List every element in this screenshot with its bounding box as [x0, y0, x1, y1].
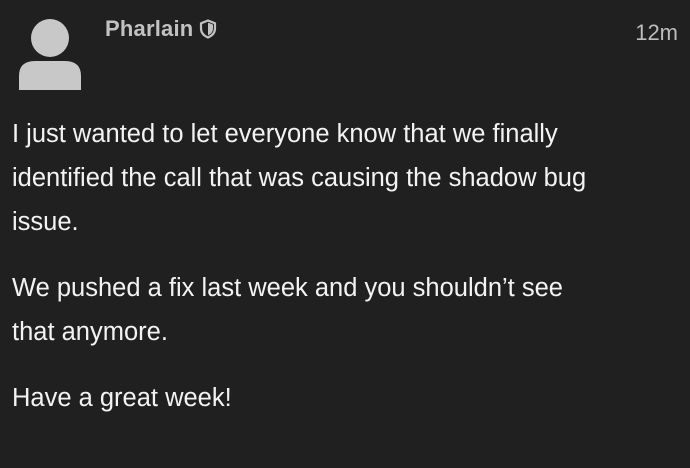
post-timestamp: 12m [635, 20, 678, 45]
post-line: identified the call that was causing the… [12, 164, 587, 192]
post-line: I just wanted to let everyone know that … [12, 120, 558, 148]
post-line: Have a great week! [12, 384, 232, 412]
post-body: I just wanted to let everyone know that … [12, 112, 672, 442]
post-paragraph: I just wanted to let everyone know that … [12, 112, 672, 244]
post-line: that anymore. [12, 318, 168, 346]
author-row: Pharlain [105, 16, 217, 42]
post-paragraph: Have a great week! [12, 376, 672, 420]
default-avatar-icon[interactable] [17, 18, 83, 90]
post-paragraph: We pushed a fix last week and you should… [12, 266, 672, 354]
post-line: issue. [12, 208, 79, 236]
shield-icon [200, 19, 217, 39]
post-line: We pushed a fix last week and you should… [12, 274, 563, 302]
author-name[interactable]: Pharlain [105, 16, 193, 42]
forum-post: Pharlain 12m I just wanted to let everyo… [0, 0, 690, 468]
